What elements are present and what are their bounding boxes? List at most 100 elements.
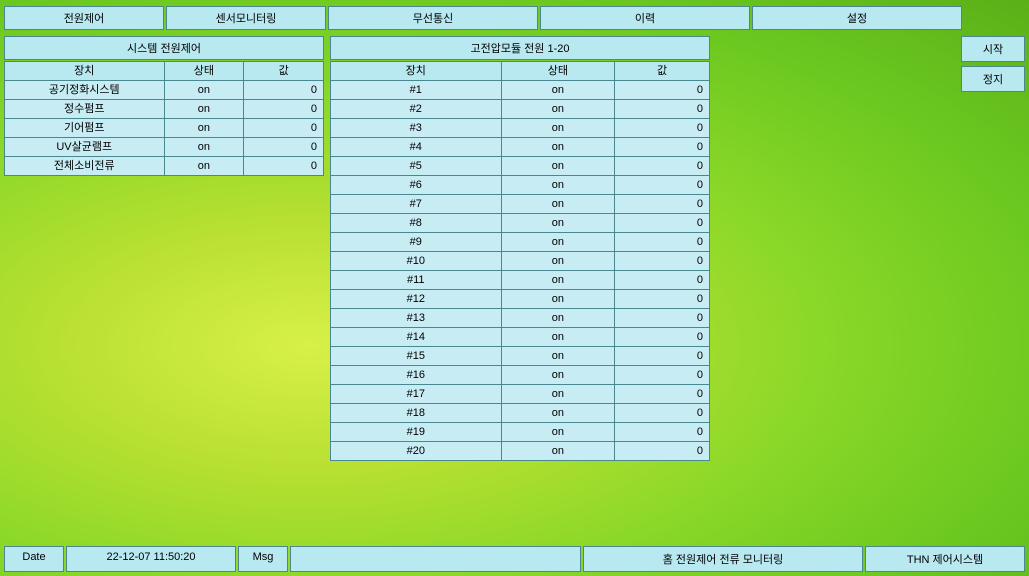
cell-device: #20 bbox=[331, 442, 502, 461]
cell-device: #17 bbox=[331, 385, 502, 404]
cell-value: 0 bbox=[615, 404, 710, 423]
table-row: #6on0 bbox=[331, 176, 710, 195]
cell-device: #19 bbox=[331, 423, 502, 442]
cell-state[interactable]: on bbox=[164, 81, 244, 100]
table-row: UV살균램프on0 bbox=[5, 138, 324, 157]
cell-device: #8 bbox=[331, 214, 502, 233]
status-date-label: Date bbox=[4, 546, 64, 572]
cell-state[interactable]: on bbox=[501, 442, 615, 461]
cell-value: 0 bbox=[244, 81, 324, 100]
cell-value: 0 bbox=[244, 157, 324, 176]
cell-state[interactable]: on bbox=[501, 309, 615, 328]
cell-state[interactable]: on bbox=[501, 100, 615, 119]
cell-state[interactable]: on bbox=[501, 347, 615, 366]
cell-state[interactable]: on bbox=[164, 119, 244, 138]
cell-value: 0 bbox=[244, 138, 324, 157]
cell-state[interactable]: on bbox=[501, 214, 615, 233]
table-row: #15on0 bbox=[331, 347, 710, 366]
cell-state[interactable]: on bbox=[501, 195, 615, 214]
tab-power-control[interactable]: 전원제어 bbox=[4, 6, 164, 30]
table-row: #19on0 bbox=[331, 423, 710, 442]
cell-state[interactable]: on bbox=[501, 252, 615, 271]
top-tabs: 전원제어 센서모니터링 무선통신 이력 설정 bbox=[4, 4, 1025, 32]
cell-value: 0 bbox=[615, 423, 710, 442]
cell-device: #2 bbox=[331, 100, 502, 119]
status-company: THN 제어시스템 bbox=[865, 546, 1025, 572]
cell-state[interactable]: on bbox=[501, 366, 615, 385]
cell-state[interactable]: on bbox=[501, 176, 615, 195]
cell-value: 0 bbox=[615, 347, 710, 366]
cell-state[interactable]: on bbox=[501, 404, 615, 423]
cell-device: #5 bbox=[331, 157, 502, 176]
table-row: 전체소비전류on0 bbox=[5, 157, 324, 176]
cell-value: 0 bbox=[244, 100, 324, 119]
cell-device: #6 bbox=[331, 176, 502, 195]
cell-value: 0 bbox=[615, 385, 710, 404]
cell-state[interactable]: on bbox=[501, 423, 615, 442]
cell-value: 0 bbox=[615, 271, 710, 290]
col-state: 상태 bbox=[501, 62, 615, 81]
left-panel: 시스템 전원제어 장치 상태 값 공기정화시스템on0정수펌프on0기어펌프on… bbox=[4, 36, 324, 542]
cell-value: 0 bbox=[615, 119, 710, 138]
cell-device: 공기정화시스템 bbox=[5, 81, 165, 100]
cell-value: 0 bbox=[615, 176, 710, 195]
start-button[interactable]: 시작 bbox=[961, 36, 1025, 62]
cell-state[interactable]: on bbox=[501, 157, 615, 176]
cell-device: UV살균램프 bbox=[5, 138, 165, 157]
col-value: 값 bbox=[244, 62, 324, 81]
table-row: #16on0 bbox=[331, 366, 710, 385]
table-row: 기어펌프on0 bbox=[5, 119, 324, 138]
cell-value: 0 bbox=[244, 119, 324, 138]
table-row: #13on0 bbox=[331, 309, 710, 328]
cell-value: 0 bbox=[615, 328, 710, 347]
col-device: 장치 bbox=[331, 62, 502, 81]
stop-button[interactable]: 정지 bbox=[961, 66, 1025, 92]
table-row: #2on0 bbox=[331, 100, 710, 119]
cell-state[interactable]: on bbox=[164, 157, 244, 176]
cell-state[interactable]: on bbox=[501, 385, 615, 404]
cell-state[interactable]: on bbox=[501, 138, 615, 157]
tab-wireless[interactable]: 무선통신 bbox=[328, 6, 538, 30]
table-row: #20on0 bbox=[331, 442, 710, 461]
table-row: #12on0 bbox=[331, 290, 710, 309]
table-row: #9on0 bbox=[331, 233, 710, 252]
cell-state[interactable]: on bbox=[501, 290, 615, 309]
cell-state[interactable]: on bbox=[164, 138, 244, 157]
table-row: #17on0 bbox=[331, 385, 710, 404]
cell-device: #13 bbox=[331, 309, 502, 328]
tab-history[interactable]: 이력 bbox=[540, 6, 750, 30]
status-msg-value bbox=[290, 546, 581, 572]
tab-sensor-monitoring[interactable]: 센서모니터링 bbox=[166, 6, 326, 30]
cell-device: 정수펌프 bbox=[5, 100, 165, 119]
table-row: #11on0 bbox=[331, 271, 710, 290]
table-row: #18on0 bbox=[331, 404, 710, 423]
tab-settings[interactable]: 설정 bbox=[752, 6, 962, 30]
cell-value: 0 bbox=[615, 442, 710, 461]
right-panel-title: 고전압모듈 전원 1-20 bbox=[330, 36, 710, 60]
status-msg-label: Msg bbox=[238, 546, 288, 572]
status-center-title: 홈 전원제어 전류 모니터링 bbox=[583, 546, 863, 572]
status-bar: Date 22-12-07 11:50:20 Msg 홈 전원제어 전류 모니터… bbox=[4, 546, 1025, 572]
cell-device: #10 bbox=[331, 252, 502, 271]
cell-value: 0 bbox=[615, 252, 710, 271]
cell-state[interactable]: on bbox=[164, 100, 244, 119]
cell-device: #11 bbox=[331, 271, 502, 290]
table-row: #14on0 bbox=[331, 328, 710, 347]
cell-state[interactable]: on bbox=[501, 328, 615, 347]
cell-value: 0 bbox=[615, 214, 710, 233]
cell-state[interactable]: on bbox=[501, 233, 615, 252]
cell-device: #7 bbox=[331, 195, 502, 214]
cell-value: 0 bbox=[615, 81, 710, 100]
cell-device: #16 bbox=[331, 366, 502, 385]
cell-value: 0 bbox=[615, 157, 710, 176]
cell-state[interactable]: on bbox=[501, 271, 615, 290]
cell-value: 0 bbox=[615, 100, 710, 119]
system-power-table: 장치 상태 값 공기정화시스템on0정수펌프on0기어펌프on0UV살균램프on… bbox=[4, 61, 324, 176]
table-row: #4on0 bbox=[331, 138, 710, 157]
cell-value: 0 bbox=[615, 195, 710, 214]
cell-device: #3 bbox=[331, 119, 502, 138]
cell-device: #15 bbox=[331, 347, 502, 366]
cell-state[interactable]: on bbox=[501, 119, 615, 138]
cell-state[interactable]: on bbox=[501, 81, 615, 100]
cell-value: 0 bbox=[615, 233, 710, 252]
